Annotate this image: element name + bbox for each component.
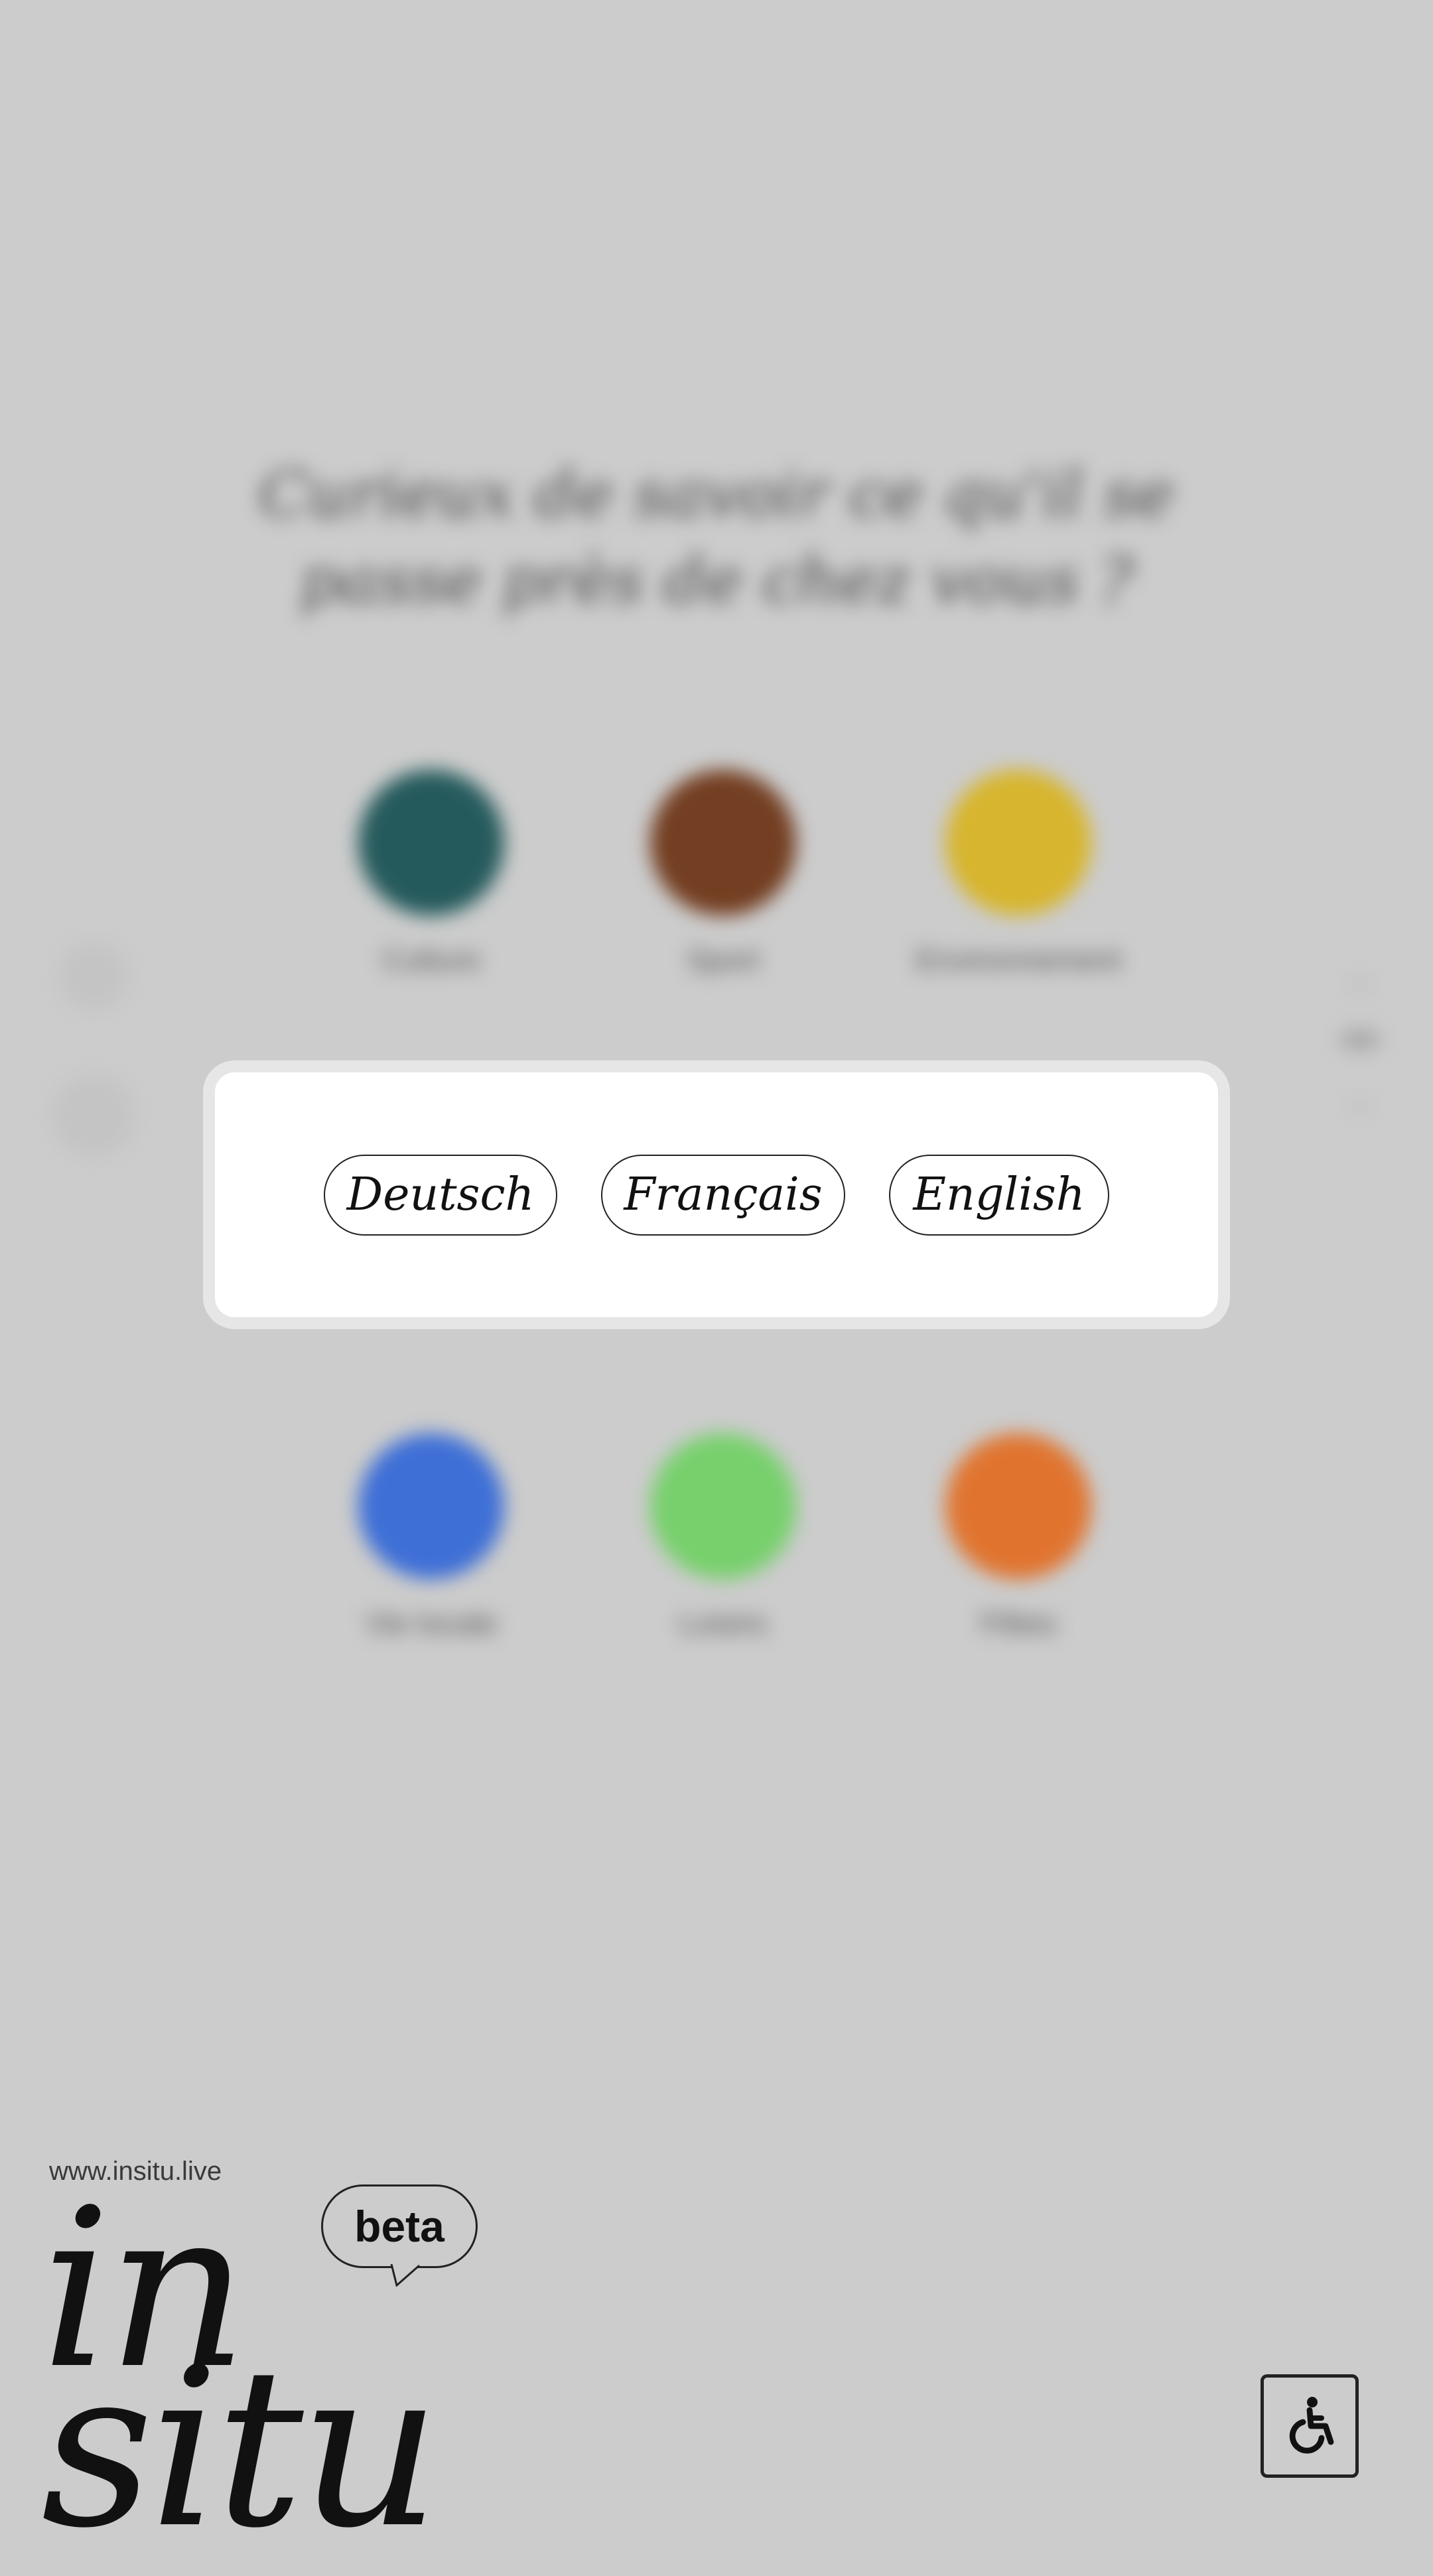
beta-speech-tail (390, 2264, 420, 2287)
accessibility-button[interactable] (1261, 2374, 1359, 2478)
category-sport[interactable]: Sport (584, 770, 862, 978)
category-dot (358, 770, 504, 916)
wheelchair-icon (1289, 2397, 1334, 2454)
category-dot (945, 770, 1091, 916)
category-label: Fêtes (980, 1606, 1057, 1640)
category-label: Vie locale (365, 1606, 498, 1640)
logo-situ: situ (41, 2321, 441, 2576)
language-modal: Deutsch Français English (203, 1060, 1230, 1329)
category-culture[interactable]: Culture (292, 770, 571, 978)
category-dot (650, 1433, 796, 1579)
question-heading: Curieux de savoir ce qu'il se passe près… (259, 457, 1174, 618)
language-button-english[interactable]: English (889, 1154, 1109, 1236)
list-view-icon[interactable] (53, 1075, 134, 1156)
language-button-francais[interactable]: Français (601, 1154, 845, 1236)
category-dot (358, 1433, 504, 1579)
category-label: Sport (687, 942, 760, 977)
category-label: Loisirs (679, 1606, 768, 1640)
category-environnement[interactable]: Environnement (879, 770, 1158, 978)
category-dot (945, 1433, 1091, 1579)
scroll-indicator-active (1340, 1030, 1380, 1050)
category-label: Environnement (916, 942, 1121, 977)
category-vie-locale[interactable]: Vie locale (292, 1433, 571, 1642)
category-loisirs[interactable]: Loisirs (584, 1433, 862, 1642)
category-label: Culture (381, 942, 481, 977)
category-dot (650, 770, 796, 916)
previous-arrow-icon[interactable] (60, 942, 127, 1010)
scroll-indicator (1347, 1102, 1373, 1108)
beta-badge: beta (321, 2184, 478, 2268)
language-button-deutsch[interactable]: Deutsch (324, 1154, 557, 1236)
category-fetes[interactable]: Fêtes (879, 1433, 1158, 1642)
scroll-indicator (1347, 981, 1373, 987)
